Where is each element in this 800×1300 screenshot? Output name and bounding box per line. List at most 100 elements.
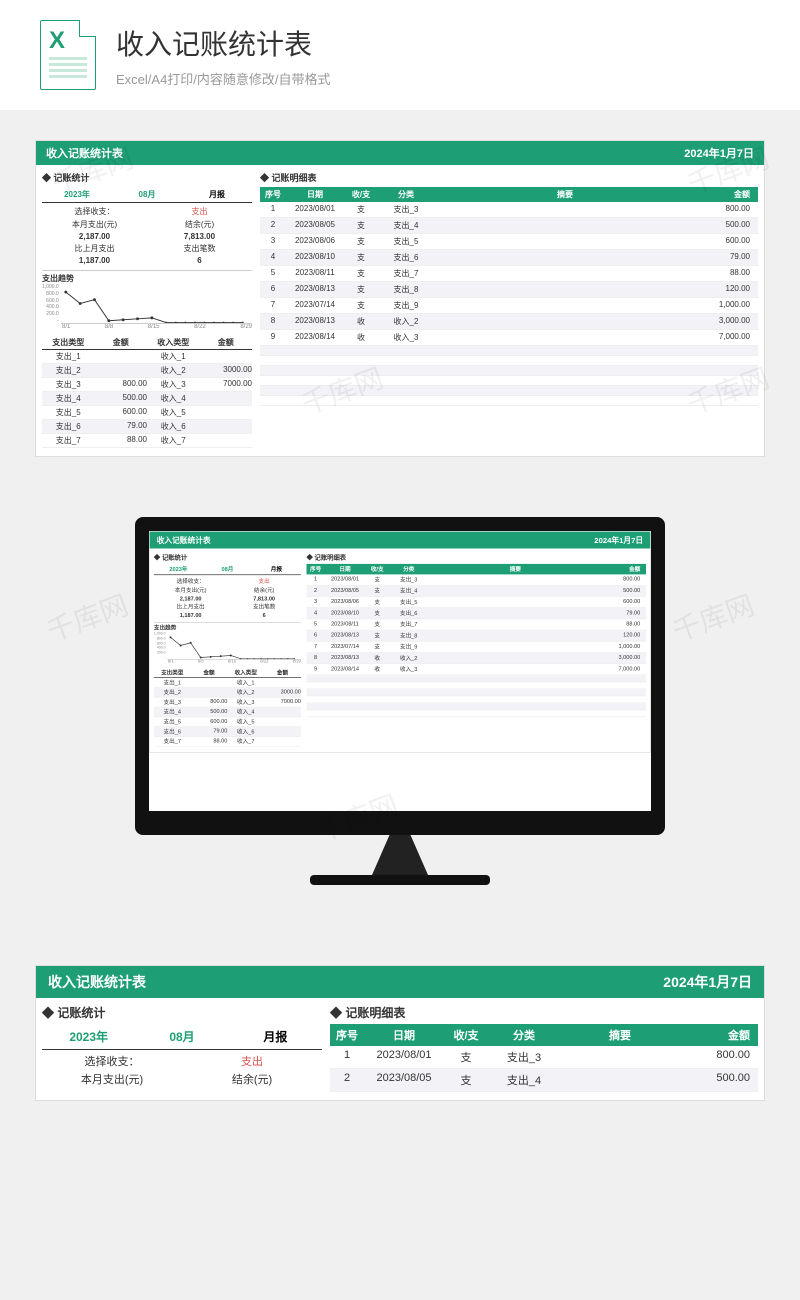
col-io: 收/支 [344,187,378,202]
table-row: 52023/08/11支支出_788.00 [307,619,646,630]
vs-last-value: 1,187.00 [42,255,147,266]
type-row: 支出_788.00收入_7 [154,737,301,747]
monitor-mockup: 千库网 千库网 千库网 收入记账统计表 2024年1月7日 ◆ 记账统计 202… [35,517,765,885]
table-row: 22023/08/05支支出_4500.00 [260,218,758,234]
table-row: 32023/08/06支支出_5600.00 [307,597,646,608]
count-label: 支出笔数 [147,242,252,255]
col-category: 分类 [378,187,434,202]
col-out-amt: 金额 [95,336,148,349]
year-cell: 2023年 [42,1024,135,1049]
type-row: 支出_4500.00收入_4 [154,707,301,717]
col-seq: 序号 [307,564,325,575]
col-out-type: 支出类型 [154,668,191,677]
col-amount: 金额 [696,187,758,202]
type-row: 支出_3800.00收入_37000.00 [42,378,252,392]
spreadsheet-preview-crop: 收入记账统计表 2024年1月7日 ◆ 记账统计 2023年 08月 月报 选择… [35,965,765,1101]
col-date: 日期 [286,187,344,202]
month-cell: 08月 [112,187,182,202]
col-seq: 序号 [260,187,286,202]
type-row: 支出_679.00收入_6 [154,727,301,737]
page-subtitle: Excel/A4打印/内容随意修改/自带格式 [116,69,331,88]
report-type-cell: 月报 [182,187,252,202]
col-out-amt: 金额 [191,668,228,677]
count-value: 6 [147,255,252,266]
type-summary-table: 支出类型 金额 收入类型 金额 支出_1收入_1支出_2收入_23000.00支… [42,336,252,448]
trend-chart: 支出趋势 1,000.0800.0600.0400.0200.0- [154,622,301,664]
table-row: 32023/08/06支支出_5600.00 [260,234,758,250]
type-row: 支出_2收入_23000.00 [154,688,301,698]
sheet-date: 2024年1月7日 [684,145,754,161]
table-row: 42023/08/10支支出_679.00 [307,608,646,619]
watermark: 千库网 [667,584,760,650]
count-value: 6 [227,612,301,620]
col-amount: 金额 [602,564,645,575]
spreadsheet-preview: 收入记账统计表 2024年1月7日 ◆ 记账统计 2023年 08月 月报 选择… [149,531,651,753]
preview-area: 千库网 千库网 千库网 千库网 收入记账统计表 2024年1月7日 ◆ 记账统计… [0,110,800,1161]
sheet-title: 收入记账统计表 [46,145,123,161]
type-row: 支出_3800.00收入_37000.00 [154,698,301,708]
stats-section-title: ◆ 记账统计 [42,1004,322,1021]
balance-label: 结余(元) [147,218,252,231]
col-in-amt: 金额 [200,336,253,349]
line-chart-svg [61,284,252,323]
this-month-label: 本月支出(元) [42,218,147,231]
table-row: 92023/08/14收收入_37,000.00 [307,664,646,675]
type-row: 支出_5600.00收入_5 [154,717,301,727]
vs-last-label: 比上月支出 [154,602,228,611]
select-io-value: 支出 [147,205,252,218]
table-row: 82023/08/13收收入_23,000.00 [307,653,646,664]
table-row: 92023/08/14收收入_37,000.00 [260,330,758,346]
sheet-date: 2024年1月7日 [594,535,643,546]
excel-file-icon: X [40,20,96,90]
type-row: 支出_5600.00收入_5 [42,406,252,420]
balance-label: 结余(元) [227,586,301,595]
page-header: X 收入记账统计表 Excel/A4打印/内容随意修改/自带格式 [0,0,800,110]
stats-section-title: ◆ 记账统计 [154,553,301,562]
col-summary: 摘要 [434,187,696,202]
chart-x-axis: 8/18/88/158/228/29 [42,324,252,330]
col-in-type: 收入类型 [147,336,200,349]
chart-x-axis: 8/18/88/158/228/29 [154,660,301,664]
table-row: 12023/08/01支支出_3800.00 [307,574,646,585]
detail-table-header: 序号 日期 收/支 分类 摘要 金额 [260,187,758,202]
sheet-title-bar: 收入记账统计表 2024年1月7日 [150,532,650,549]
select-io-label: 选择收支： [154,577,228,586]
page-title: 收入记账统计表 [116,23,331,63]
line-chart-svg [167,632,301,659]
month-cell: 08月 [203,564,252,575]
balance-value: 7,813.00 [227,595,301,603]
table-row: 72023/07/14支支出_91,000.00 [260,298,758,314]
trend-chart: 支出趋势 1,000.0800.0600.0400.0200.0- [42,270,252,330]
report-type-cell: 月报 [229,1024,322,1049]
detail-section-title: ◆ 记账明细表 [307,553,646,562]
col-in-type: 收入类型 [227,668,264,677]
select-io-value: 支出 [227,577,301,586]
sheet-title-bar: 收入记账统计表 2024年1月7日 [36,141,764,165]
type-row: 支出_1收入_1 [154,678,301,688]
table-row: 62023/08/13支支出_8120.00 [307,630,646,641]
table-row: 12023/08/01支支出_3800.00 [260,202,758,218]
chart-y-axis: 1,000.0800.0600.0400.0200.0- [154,632,167,660]
this-month-value: 2,187.00 [154,595,228,603]
year-cell: 2023年 [42,187,112,202]
sheet-date: 2024年1月7日 [663,972,752,992]
count-label: 支出笔数 [227,602,301,611]
chart-title: 支出趋势 [154,624,301,632]
report-type-cell: 月报 [252,564,301,575]
table-row: 62023/08/13支支出_8120.00 [260,282,758,298]
detail-table-header: 序号 日期 收/支 分类 摘要 金额 [307,564,646,575]
this-month-value: 2,187.00 [42,231,147,242]
col-io: 收/支 [365,564,389,575]
spreadsheet-preview: 收入记账统计表 2024年1月7日 ◆ 记账统计 2023年 08月 月报 选择… [35,140,765,457]
balance-value: 7,813.00 [147,231,252,242]
sheet-title: 收入记账统计表 [48,972,146,992]
col-in-amt: 金额 [264,668,301,677]
stats-section-title: ◆ 记账统计 [42,171,252,184]
type-row: 支出_2收入_23000.00 [42,364,252,378]
vs-last-label: 比上月支出 [42,242,147,255]
table-row: 52023/08/11支支出_788.00 [260,266,758,282]
this-month-label: 本月支出(元) [154,586,228,595]
col-out-type: 支出类型 [42,336,95,349]
type-row: 支出_4500.00收入_4 [42,392,252,406]
col-date: 日期 [325,564,366,575]
